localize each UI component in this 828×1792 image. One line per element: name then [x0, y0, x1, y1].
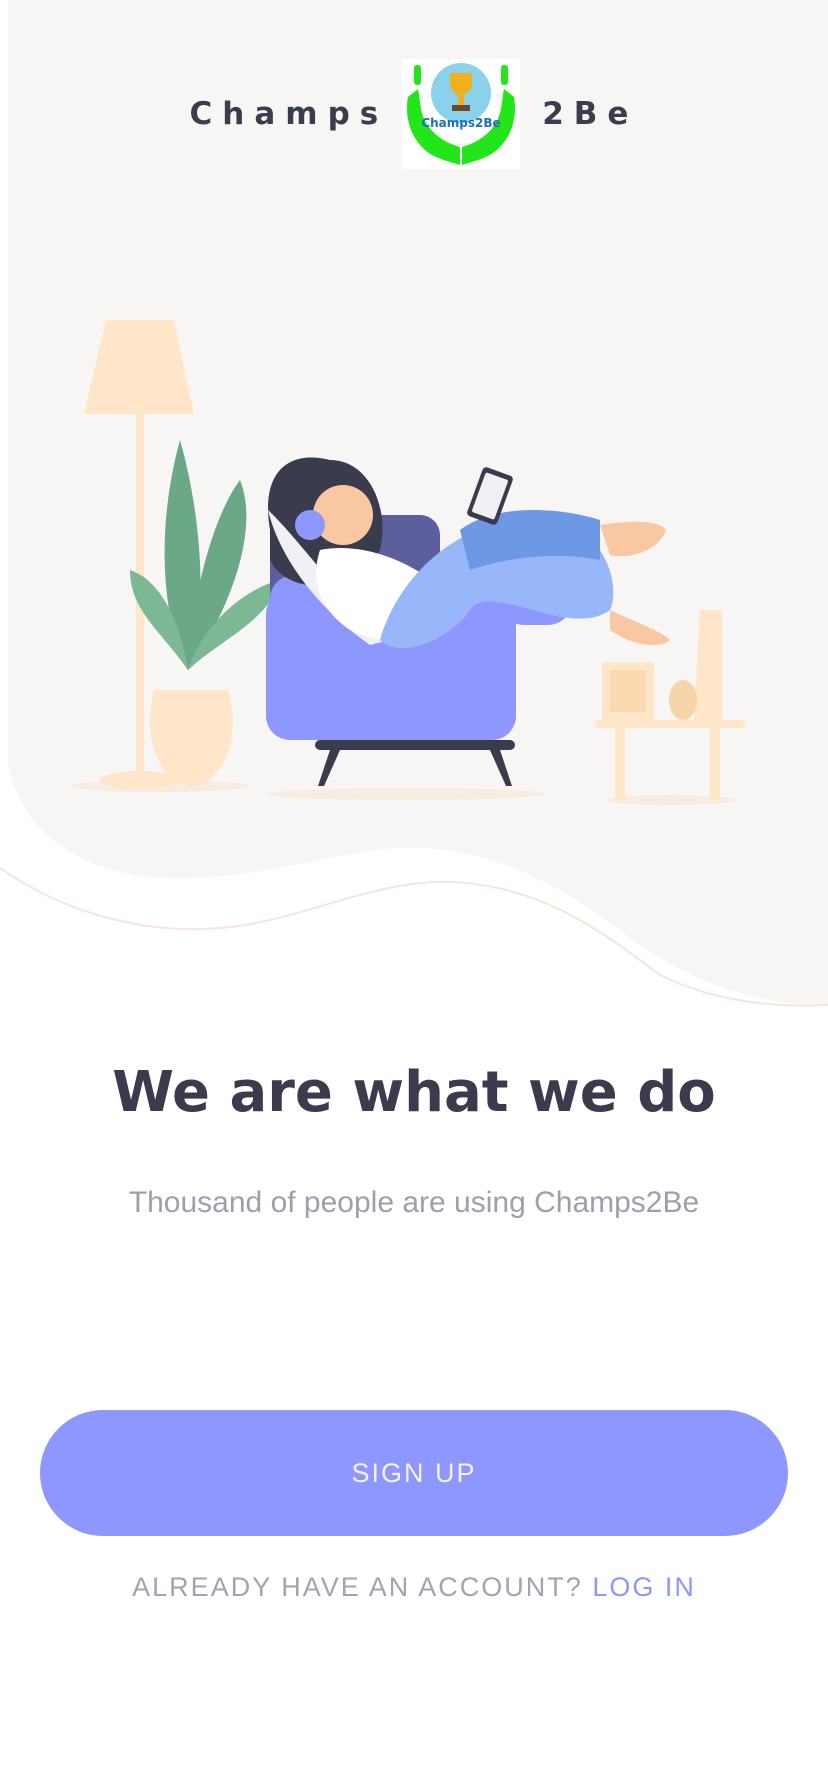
sign-up-button[interactable]: SIGN UP	[40, 1410, 788, 1536]
svg-text:Champs2Be: Champs2Be	[422, 116, 501, 130]
login-prompt-text: ALREADY HAVE AN ACCOUNT?	[132, 1572, 583, 1602]
brand-name-right: 2Be	[542, 95, 639, 132]
login-prompt-row: ALREADY HAVE AN ACCOUNT? LOG IN	[0, 1572, 828, 1603]
brand-name-left: Champs	[189, 95, 389, 132]
page-headline: We are what we do	[112, 1060, 716, 1125]
log-in-link[interactable]: LOG IN	[592, 1572, 696, 1602]
woman-on-armchair-illustration	[70, 320, 745, 805]
brand-header: Champs Champs2Be 2Be	[0, 56, 828, 171]
page-subtitle: Thousand of people are using Champs2Be	[128, 1186, 700, 1219]
champs2be-logo: Champs2Be	[402, 58, 521, 169]
